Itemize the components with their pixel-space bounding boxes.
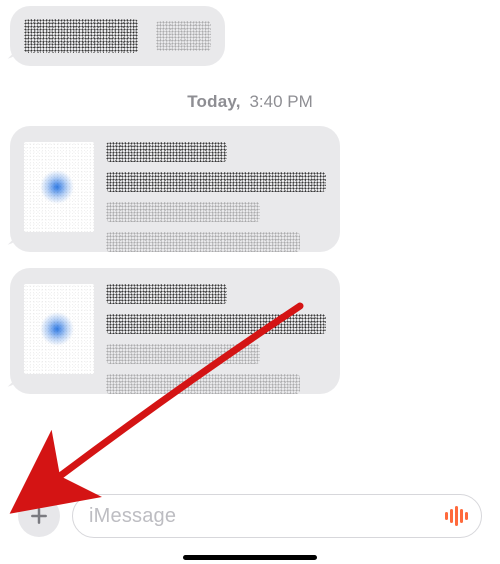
plus-icon [29,506,49,526]
redacted-line [106,142,227,162]
redacted-text [156,21,211,51]
redacted-line [106,344,260,364]
messages-screen: Today, 3:40 PM [0,6,500,564]
redacted-line [106,374,300,394]
redacted-line [106,284,227,304]
redacted-line [106,314,326,334]
redacted-line [106,232,300,252]
timestamp-separator: Today, 3:40 PM [0,92,500,112]
separator-day: Today, [187,92,240,111]
message-bubble[interactable] [10,268,340,394]
redacted-line [106,202,260,222]
thumbnail-content [40,312,74,346]
message-bubble[interactable] [10,6,225,66]
redacted-text [24,19,138,53]
audio-waveform-icon[interactable] [443,506,469,526]
attachment-thumbnail[interactable] [24,284,94,374]
thumbnail-content [40,170,74,204]
redacted-content [106,278,326,394]
plus-button[interactable] [18,495,60,537]
redacted-line [106,172,326,192]
message-placeholder: iMessage [89,505,176,528]
separator-time: 3:40 PM [249,92,312,111]
message-bubble[interactable] [10,126,340,252]
attachment-thumbnail[interactable] [24,142,94,232]
home-indicator[interactable] [183,555,317,560]
composer-bar: iMessage [0,494,500,538]
redacted-content [106,136,326,252]
message-input[interactable]: iMessage [72,494,482,538]
